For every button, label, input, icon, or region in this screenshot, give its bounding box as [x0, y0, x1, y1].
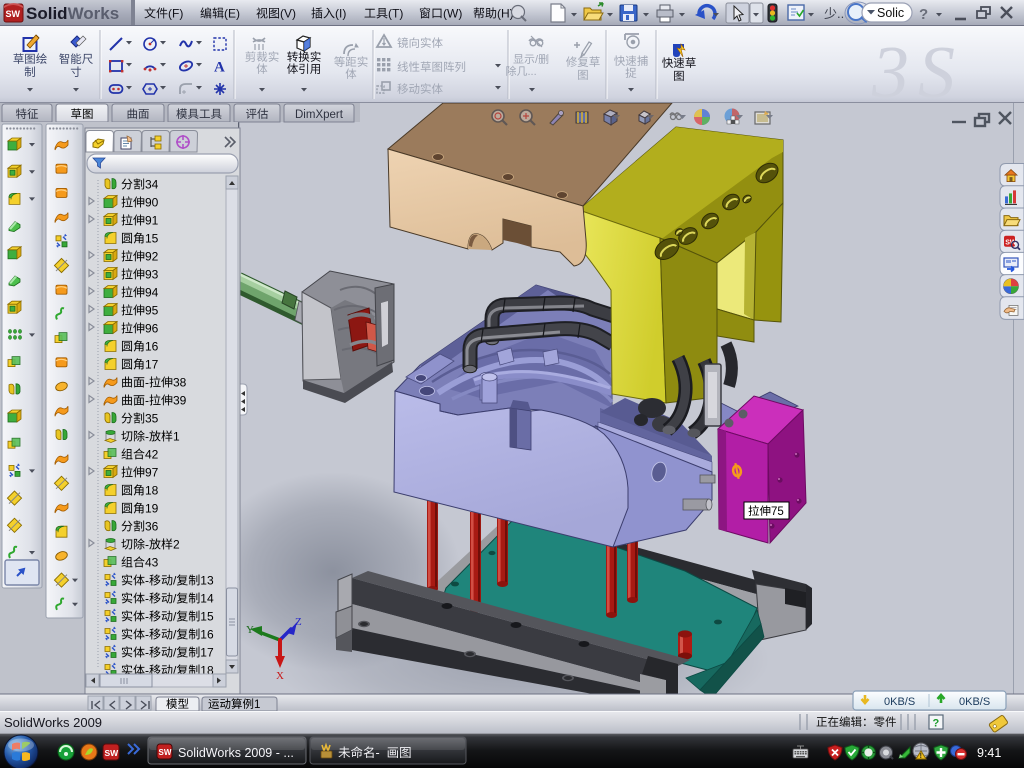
svg-text:SolidWorks 2009: SolidWorks 2009 — [4, 715, 102, 730]
svg-text:...: ... — [528, 66, 537, 78]
svg-text:13: 13 — [200, 574, 214, 588]
svg-text:3: 3 — [871, 32, 909, 114]
svg-text:(V): (V) — [280, 7, 296, 21]
svg-text:X: X — [276, 670, 284, 682]
svg-text:2: 2 — [173, 538, 180, 552]
svg-text:36: 36 — [145, 520, 159, 534]
svg-text:A: A — [214, 60, 225, 76]
svg-text:SolidWorks 2009 - ...: SolidWorks 2009 - ... — [178, 746, 294, 760]
svg-text:15: 15 — [200, 610, 214, 624]
svg-text:SW: SW — [6, 9, 21, 19]
svg-text:(W): (W) — [443, 7, 462, 21]
svg-text:Y: Y — [246, 624, 254, 636]
svg-text:SW: SW — [159, 748, 172, 757]
svg-text:-: - — [145, 628, 149, 642]
svg-text:18: 18 — [145, 484, 159, 498]
svg-text:9:41: 9:41 — [977, 746, 1001, 760]
svg-text:93: 93 — [145, 268, 159, 282]
svg-text:42: 42 — [145, 448, 159, 462]
svg-text:15: 15 — [145, 232, 159, 246]
svg-text:0KB/S: 0KB/S — [959, 696, 990, 708]
svg-text:?: ? — [919, 6, 928, 23]
svg-text:(E): (E) — [224, 7, 240, 21]
svg-text:?: ? — [933, 718, 940, 730]
svg-text:95: 95 — [145, 304, 159, 318]
svg-text:(I): (I) — [335, 7, 346, 21]
svg-text:SW: SW — [105, 748, 120, 758]
svg-text:!: ! — [920, 753, 922, 760]
svg-text:1: 1 — [173, 430, 180, 444]
svg-text:90: 90 — [145, 196, 159, 210]
svg-text:(F): (F) — [168, 7, 183, 21]
svg-text:19: 19 — [145, 502, 159, 516]
svg-text:92: 92 — [145, 250, 159, 264]
svg-text:38: 38 — [173, 376, 187, 390]
svg-text:-: - — [145, 430, 149, 444]
svg-text:-: - — [145, 538, 149, 552]
svg-text:43: 43 — [145, 556, 159, 570]
svg-text:34: 34 — [145, 178, 159, 192]
svg-text:16: 16 — [200, 628, 214, 642]
svg-text:17: 17 — [200, 646, 214, 660]
svg-text:94: 94 — [145, 286, 159, 300]
svg-text:-: - — [145, 646, 149, 660]
svg-text:-: - — [145, 376, 149, 390]
svg-text:0KB/S: 0KB/S — [884, 696, 915, 708]
svg-text:SolidWorks: SolidWorks — [26, 4, 119, 23]
svg-text:97: 97 — [145, 466, 159, 480]
svg-text:35: 35 — [145, 412, 159, 426]
svg-text:-: - — [145, 592, 149, 606]
svg-text:..: .. — [837, 6, 844, 21]
svg-text:14: 14 — [200, 592, 214, 606]
svg-text:17: 17 — [145, 358, 159, 372]
svg-text:-: - — [145, 574, 149, 588]
svg-text:Solic: Solic — [877, 6, 904, 20]
svg-text:(T): (T) — [388, 7, 403, 21]
svg-text:75: 75 — [771, 506, 784, 518]
svg-text:S: S — [918, 32, 955, 114]
svg-text:-: - — [145, 610, 149, 624]
svg-text:-: - — [376, 746, 380, 760]
svg-text:39: 39 — [173, 394, 187, 408]
svg-text:16: 16 — [145, 340, 159, 354]
svg-text:96: 96 — [145, 322, 159, 336]
svg-text:DimXpert: DimXpert — [295, 109, 344, 121]
svg-text:1: 1 — [254, 699, 260, 711]
svg-text:-: - — [145, 394, 149, 408]
svg-text:Z: Z — [295, 616, 302, 628]
svg-text:91: 91 — [145, 214, 159, 228]
